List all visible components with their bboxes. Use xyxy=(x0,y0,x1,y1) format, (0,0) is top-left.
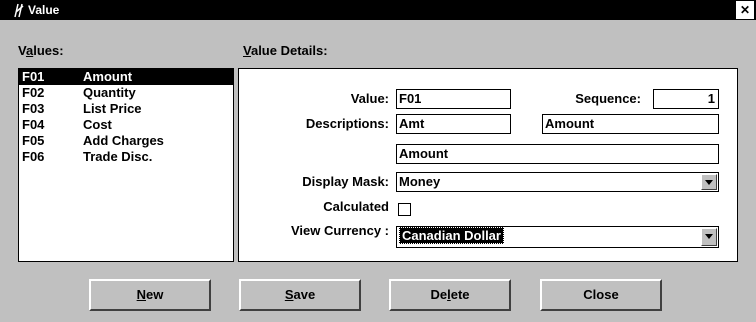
value-code: F02 xyxy=(22,85,45,100)
window-title: Value xyxy=(28,3,60,17)
value-label: Value: xyxy=(350,91,389,106)
view-currency-dropdown[interactable]: Canadian Dollar xyxy=(396,226,719,248)
values-list[interactable]: F01 Amount F02 Quantity F03 List Price F04 Cost… xyxy=(18,68,234,262)
delete-button[interactable]: Delete xyxy=(389,279,511,311)
value-name: Amount xyxy=(83,69,133,84)
value-code: F03 xyxy=(22,101,45,116)
sequence-label: Sequence: xyxy=(575,91,641,106)
value-name: Cost xyxy=(83,117,112,132)
value-name: List Price xyxy=(83,101,142,116)
list-item[interactable]: F01 Amount xyxy=(19,69,233,85)
chevron-down-icon[interactable] xyxy=(701,228,717,246)
value-field[interactable]: F01 xyxy=(396,89,511,109)
value-name: Add Charges xyxy=(83,133,164,148)
value-name: Quantity xyxy=(83,85,136,100)
value-code: F05 xyxy=(22,133,45,148)
values-label: Values: xyxy=(18,43,64,58)
value-name: Trade Disc. xyxy=(83,149,153,164)
description-third-field[interactable]: Amount xyxy=(396,144,719,164)
value-code: F04 xyxy=(22,117,45,132)
save-button[interactable]: Save xyxy=(239,279,361,311)
list-item[interactable]: F03 List Price xyxy=(19,101,233,117)
close-icon[interactable]: ✕ xyxy=(736,1,754,19)
app-icon xyxy=(14,3,24,18)
calculated-checkbox[interactable] xyxy=(398,203,411,216)
sequence-field[interactable]: 1 xyxy=(653,89,719,109)
new-button[interactable]: New xyxy=(89,279,211,311)
display-mask-label: Display Mask: xyxy=(302,174,389,189)
description-short-field[interactable]: Amt xyxy=(396,114,511,134)
display-mask-value: Money xyxy=(399,174,441,189)
value-window: Value ✕ Values: Value Details: F01 Amount… xyxy=(0,0,756,322)
descriptions-label: Descriptions: xyxy=(305,116,389,131)
list-item[interactable]: F04 Cost xyxy=(19,117,233,133)
list-item[interactable]: F02 Quantity xyxy=(19,85,233,101)
view-currency-label: View Currency : xyxy=(290,223,389,238)
view-currency-value: Canadian Dollar xyxy=(399,227,504,244)
value-details-panel: Value: F01 Sequence: 1 Descriptions: Amt… xyxy=(238,68,738,262)
list-item[interactable]: F06 Trade Disc. xyxy=(19,149,233,165)
chevron-down-icon[interactable] xyxy=(701,174,717,190)
value-code: F06 xyxy=(22,149,45,164)
value-code: F01 xyxy=(22,69,45,84)
calculated-label: Calculated xyxy=(323,199,389,214)
description-long-field[interactable]: Amount xyxy=(542,114,719,134)
close-button[interactable]: Close xyxy=(540,279,662,311)
value-details-label: Value Details: xyxy=(243,43,328,58)
display-mask-dropdown[interactable]: Money xyxy=(396,172,719,192)
list-item[interactable]: F05 Add Charges xyxy=(19,133,233,149)
title-bar: Value ✕ xyxy=(0,0,756,20)
